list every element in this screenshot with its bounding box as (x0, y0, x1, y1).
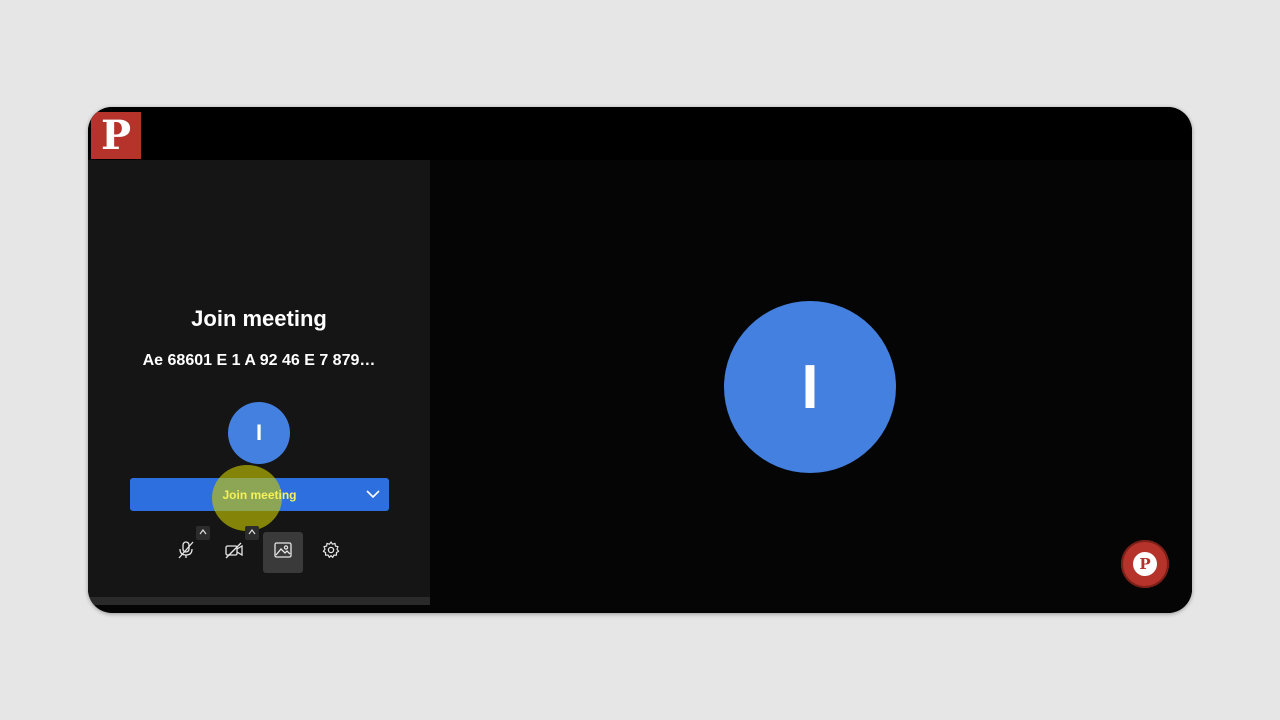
video-preview: I (430, 160, 1192, 613)
avatar-initial: I (255, 420, 263, 445)
chevron-up-icon (247, 524, 257, 542)
mic-off-icon (176, 540, 196, 565)
image-icon (273, 540, 293, 565)
title-bar: P (88, 107, 1192, 160)
camera-off-icon (224, 540, 244, 565)
chevron-up-icon (198, 524, 208, 542)
preview-avatar: I (724, 301, 896, 473)
join-meeting-button[interactable]: Join meeting (130, 478, 389, 511)
assistant-logo-letter: P (1139, 554, 1151, 573)
device-controls (88, 526, 430, 573)
settings-button[interactable] (311, 532, 351, 572)
app-logo: P (91, 112, 141, 159)
app-window: P Join meeting Ae 68601 E 1 A 92 46 E 7 … (88, 107, 1192, 613)
background-effects-button[interactable] (263, 532, 303, 573)
page-title: Join meeting (191, 306, 327, 331)
join-panel: Join meeting Ae 68601 E 1 A 92 46 E 7 87… (88, 160, 430, 605)
join-meeting-button-label: Join meeting (222, 487, 297, 502)
assistant-logo-icon: P (1133, 552, 1157, 576)
gear-icon (321, 540, 341, 565)
microphone-options-caret[interactable] (196, 526, 210, 540)
chevron-down-icon[interactable] (365, 486, 381, 502)
panel-divider (88, 597, 430, 605)
assistant-fab-button[interactable]: P (1121, 540, 1169, 588)
meeting-id: Ae 68601 E 1 A 92 46 E 7 879… (142, 352, 376, 369)
preview-avatar-initial: I (801, 352, 819, 422)
logo-letter: P (100, 111, 132, 159)
avatar: I (228, 402, 290, 464)
camera-options-caret[interactable] (245, 526, 259, 540)
